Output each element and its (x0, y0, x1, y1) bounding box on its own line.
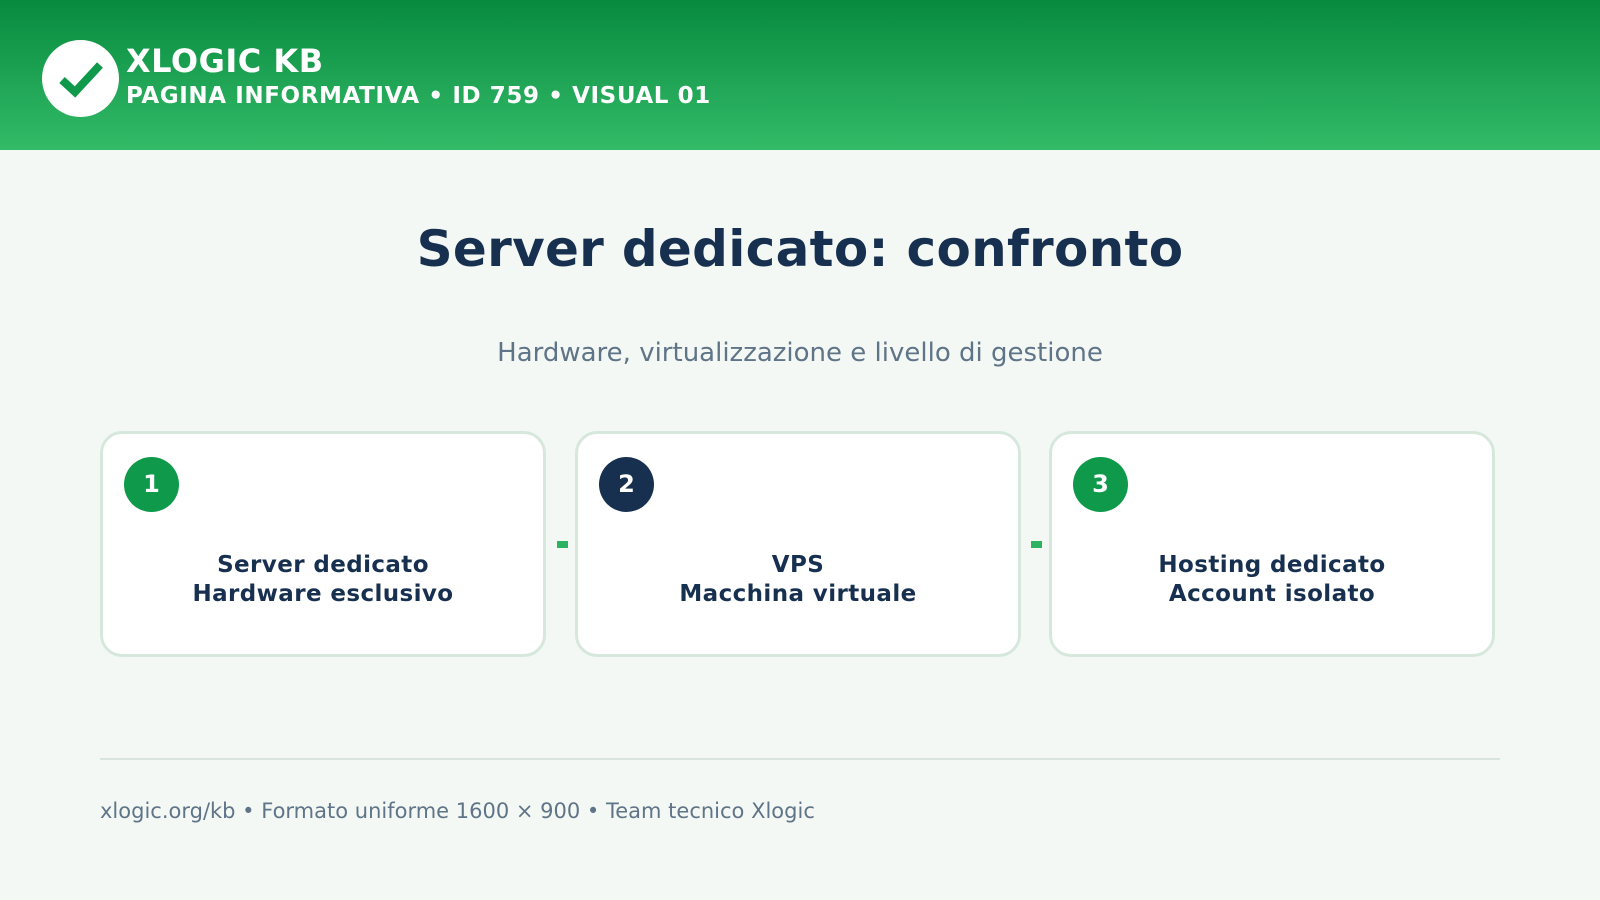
logo (42, 40, 119, 117)
step-badge-3: 3 (1073, 457, 1128, 512)
checkmark-icon (58, 61, 103, 98)
connector-2-3 (1031, 541, 1042, 548)
card-server-dedicato: 1 Server dedicato Hardware esclusivo (100, 431, 546, 657)
page-title: Server dedicato: confronto (416, 220, 1184, 278)
card-label: Server dedicato Hardware esclusivo (103, 551, 543, 609)
card-title: Hosting dedicato (1158, 552, 1386, 578)
connector-1-2 (557, 541, 568, 548)
header-banner: XLOGIC KB PAGINA INFORMATIVA • ID 759 • … (0, 0, 1600, 150)
card-hosting-dedicato: 3 Hosting dedicato Account isolato (1049, 431, 1495, 657)
card-description: Account isolato (1168, 581, 1376, 607)
footer-divider (100, 758, 1500, 760)
card-description: Hardware esclusivo (192, 581, 454, 607)
card-label: VPS Macchina virtuale (578, 551, 1018, 609)
step-badge-1: 1 (124, 457, 179, 512)
card-title: VPS (771, 552, 825, 578)
footer-text: xlogic.org/kb • Formato uniforme 1600 × … (100, 799, 815, 823)
card-title: Server dedicato (217, 552, 429, 578)
step-badge-2: 2 (599, 457, 654, 512)
card-vps: 2 VPS Macchina virtuale (575, 431, 1021, 657)
card-label: Hosting dedicato Account isolato (1052, 551, 1492, 609)
brand-name: XLOGIC KB (126, 42, 324, 80)
card-description: Macchina virtuale (679, 581, 917, 607)
brand-subtitle: PAGINA INFORMATIVA • ID 759 • VISUAL 01 (126, 83, 711, 109)
page-subtitle: Hardware, virtualizzazione e livello di … (497, 338, 1103, 368)
